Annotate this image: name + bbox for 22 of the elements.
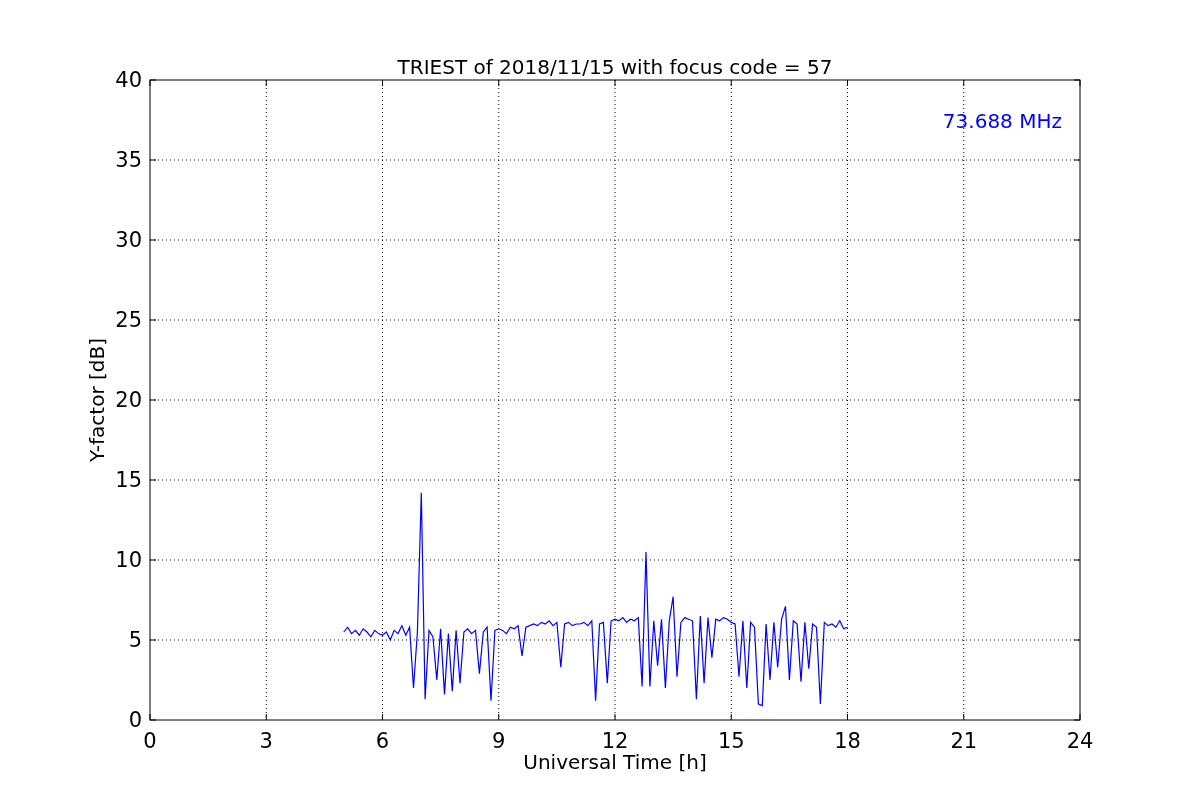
x-tick-label: 9 — [492, 729, 506, 753]
y-tick-label: 15 — [115, 468, 142, 492]
y-tick-label: 25 — [115, 308, 142, 332]
y-tick-label: 10 — [115, 548, 142, 572]
y-tick-label: 30 — [115, 228, 142, 252]
x-tick-label: 6 — [375, 729, 390, 753]
x-tick-label: 3 — [259, 729, 273, 753]
x-tick-label: 15 — [717, 729, 745, 753]
y-tick-label: 40 — [115, 68, 142, 92]
x-axis-label: Universal Time [h] — [523, 750, 707, 774]
x-tick-label: 0 — [143, 729, 157, 753]
legend-label: 73.688 MHz — [942, 109, 1062, 133]
y-axis-label: Y-factor [dB] — [85, 338, 109, 462]
y-tick-label: 0 — [128, 708, 142, 732]
x-tick-label: 12 — [601, 729, 629, 753]
y-tick-label: 35 — [115, 148, 142, 172]
x-tick-label: 21 — [950, 729, 978, 753]
chart-title: TRIEST of 2018/11/15 with focus code = 57 — [397, 55, 833, 79]
y-tick-label: 20 — [115, 388, 142, 412]
y-tick-label: 5 — [128, 628, 142, 652]
x-tick-label: 24 — [1066, 729, 1094, 753]
x-tick-label: 18 — [834, 729, 861, 753]
